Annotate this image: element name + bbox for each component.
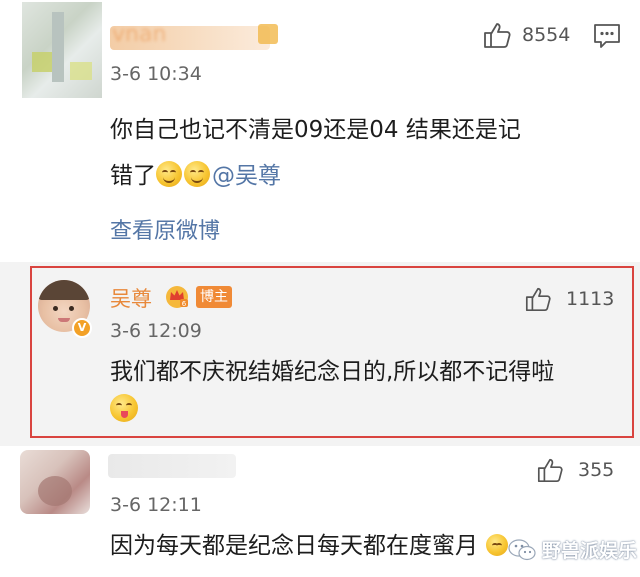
verified-v-icon: V (72, 318, 92, 338)
comment-text-2: 我们都不庆祝结婚纪念日的,所以都不记得啦 (110, 359, 555, 385)
comment-text-3: 因为每天都是纪念日每天都在度蜜月 (110, 533, 478, 559)
thumbs-up-icon (537, 458, 563, 483)
crown-icon: 6 (164, 283, 190, 313)
comment-icon (594, 24, 620, 48)
username-wuzun[interactable]: 吴尊 (110, 283, 152, 313)
comment-1: vnan 8554 3-6 10:34 你自己也记不清是09还是04 结果还是记… (0, 0, 640, 262)
comment-text-line-2: 错了 @吴尊 (110, 156, 630, 196)
wink-tongue-emoji (110, 394, 140, 422)
comment-text-line-1: 你自己也记不清是09还是04 结果还是记 (110, 117, 521, 143)
like-count-2: 1113 (566, 288, 615, 310)
like-count-1: 8554 (522, 24, 571, 46)
thumbs-up-icon (525, 287, 551, 312)
badge-blurred (258, 24, 278, 44)
wechat-icon (508, 538, 536, 560)
watermark-text: 野兽派娱乐 (542, 540, 638, 562)
grin-emoji (486, 534, 510, 556)
grin-emoji (184, 161, 210, 187)
comment-time-1: 3-6 10:34 (110, 63, 202, 85)
view-original-link[interactable]: 查看原微博 (110, 213, 220, 245)
comment-text-1: 你自己也记不清是09还是04 结果还是记 错了 @吴尊 (110, 110, 630, 196)
comment-text-line-2-start: 错了 (110, 163, 156, 189)
comment-time-3: 3-6 12:11 (110, 494, 202, 516)
comment-button[interactable] (592, 22, 622, 54)
comment-time-2: 3-6 12:09 (110, 320, 202, 342)
avatar-3[interactable] (20, 450, 90, 514)
svg-text:6: 6 (182, 300, 187, 308)
like-button-1[interactable]: 8554 (482, 18, 570, 52)
username-blur-text: vnan (112, 22, 167, 47)
like-button-2[interactable]: 1113 (524, 283, 614, 315)
like-count-3: 355 (578, 459, 615, 481)
like-button-3[interactable]: 355 (536, 454, 614, 486)
username-blurred-3[interactable] (108, 454, 236, 478)
mention-link[interactable]: @吴尊 (212, 163, 281, 189)
avatar-1[interactable] (22, 2, 102, 98)
grin-emoji (156, 161, 182, 187)
blogger-badge: 博主 (196, 286, 232, 308)
watermark: 野兽派娱乐 (508, 536, 637, 563)
thumbs-up-icon (484, 23, 511, 48)
